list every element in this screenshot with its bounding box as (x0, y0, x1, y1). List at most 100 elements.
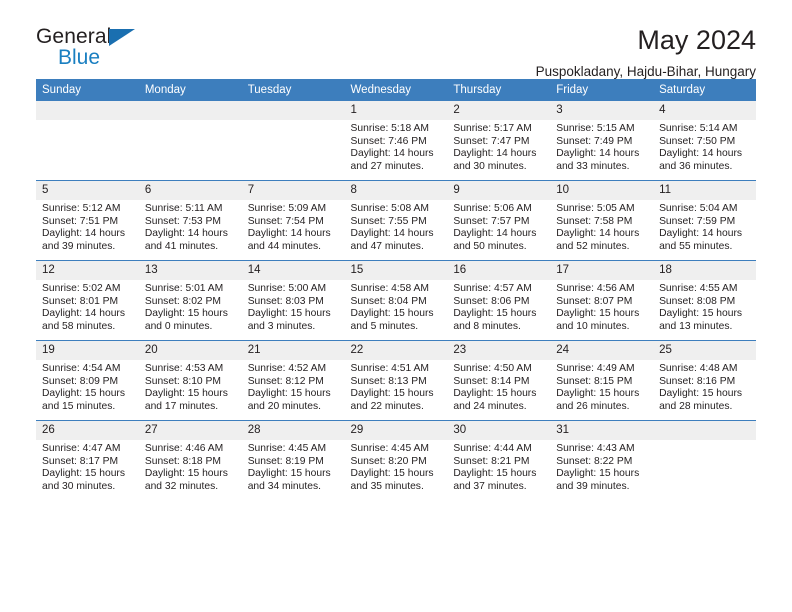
day-number: 31 (550, 421, 654, 441)
day-cell-inner: 15 Sunrise: 4:58 AM Sunset: 8:04 PM Dayligh… (344, 261, 448, 340)
daylight-text-line1: Daylight: 15 hours (247, 468, 331, 480)
day-cell-inner: 17 Sunrise: 4:56 AM Sunset: 8:07 PM Dayligh… (550, 261, 654, 340)
calendar-day-cell[interactable]: 29 Sunrise: 4:45 AM Sunset: 8:20 PM Dayligh… (344, 420, 448, 500)
calendar-day-cell[interactable]: 21 Sunrise: 4:52 AM Sunset: 8:12 PM Dayligh… (241, 340, 345, 421)
calendar-day-cell[interactable]: 5 Sunrise: 5:12 AM Sunset: 7:51 PM Daylight… (36, 180, 139, 261)
day-cell-inner: 14 Sunrise: 5:00 AM Sunset: 8:03 PM Dayligh… (241, 261, 345, 340)
sunset-text: Sunset: 8:19 PM (247, 455, 324, 467)
day-details: Sunrise: 5:09 AM Sunset: 7:54 PM Daylight:… (242, 200, 345, 253)
generalblue-logo[interactable]: General Blue (36, 26, 156, 72)
sunset-text: Sunset: 8:03 PM (247, 295, 324, 307)
daylight-text-line2: and 39 minutes. (556, 481, 630, 492)
sunset-text: Sunset: 8:15 PM (556, 375, 633, 387)
day-cell-inner: 27 Sunrise: 4:46 AM Sunset: 8:18 PM Dayligh… (138, 421, 242, 500)
day-cell-inner: 13 Sunrise: 5:01 AM Sunset: 8:02 PM Dayligh… (138, 261, 242, 340)
calendar-day-cell[interactable]: 10 Sunrise: 5:05 AM Sunset: 7:58 PM Dayligh… (550, 180, 654, 261)
daylight-text-line2: and 24 minutes. (453, 401, 527, 412)
daylight-text-line2: and 55 minutes. (659, 241, 733, 252)
weekday-header-sunday: Sunday (36, 79, 139, 101)
weekday-header-thursday: Thursday (447, 79, 551, 101)
sunset-text: Sunset: 8:10 PM (144, 375, 221, 387)
calendar-day-cell[interactable]: 31 Sunrise: 4:43 AM Sunset: 8:22 PM Dayligh… (550, 420, 654, 500)
calendar-day-cell[interactable]: 28 Sunrise: 4:45 AM Sunset: 8:19 PM Dayligh… (241, 420, 345, 500)
sunset-text: Sunset: 7:57 PM (453, 215, 530, 227)
calendar-day-cell[interactable]: 19 Sunrise: 4:54 AM Sunset: 8:09 PM Dayligh… (36, 340, 139, 421)
day-number: 25 (653, 341, 756, 361)
day-number: 9 (447, 181, 551, 201)
day-details: Sunrise: 4:48 AM Sunset: 8:16 PM Daylight:… (653, 360, 756, 413)
calendar-day-cell[interactable]: 22 Sunrise: 4:51 AM Sunset: 8:13 PM Dayligh… (344, 340, 448, 421)
sunrise-text: Sunrise: 4:55 AM (659, 283, 738, 295)
day-details: Sunrise: 5:11 AM Sunset: 7:53 PM Daylight:… (139, 200, 242, 253)
sunrise-text: Sunrise: 4:50 AM (453, 363, 532, 375)
sunrise-sunset-calendar: Sunday Monday Tuesday Wednesday Thursday… (36, 79, 756, 500)
daylight-text-line1: Daylight: 15 hours (350, 388, 434, 400)
sunset-text: Sunset: 7:47 PM (453, 135, 530, 147)
calendar-day-cell[interactable]: 25 Sunrise: 4:48 AM Sunset: 8:16 PM Dayligh… (653, 340, 756, 421)
day-cell-inner: 25 Sunrise: 4:48 AM Sunset: 8:16 PM Dayligh… (653, 341, 756, 420)
sunrise-text: Sunrise: 4:47 AM (42, 443, 121, 455)
title-block: May 2024 Puspokladany, Hajdu-Bihar, Hung… (536, 25, 756, 80)
calendar-day-cell[interactable]: 30 Sunrise: 4:44 AM Sunset: 8:21 PM Dayligh… (447, 420, 551, 500)
daylight-text-line2: and 52 minutes. (556, 241, 630, 252)
calendar-day-cell[interactable]: 12 Sunrise: 5:02 AM Sunset: 8:01 PM Dayligh… (36, 260, 139, 341)
day-cell-inner: 30 Sunrise: 4:44 AM Sunset: 8:21 PM Dayligh… (447, 421, 551, 500)
calendar-day-cell[interactable]: 24 Sunrise: 4:49 AM Sunset: 8:15 PM Dayligh… (550, 340, 654, 421)
calendar-day-cell[interactable]: 11 Sunrise: 5:04 AM Sunset: 7:59 PM Dayligh… (653, 180, 756, 261)
calendar-day-cell[interactable]: 4 Sunrise: 5:14 AM Sunset: 7:50 PM Daylight… (653, 101, 756, 181)
sunrise-text: Sunrise: 5:14 AM (659, 123, 738, 135)
day-number: 3 (550, 101, 654, 121)
day-cell-inner: 19 Sunrise: 4:54 AM Sunset: 8:09 PM Dayligh… (36, 341, 139, 420)
calendar-day-cell[interactable]: 16 Sunrise: 4:57 AM Sunset: 8:06 PM Dayligh… (447, 260, 551, 341)
day-cell-inner: 29 Sunrise: 4:45 AM Sunset: 8:20 PM Dayligh… (344, 421, 448, 500)
calendar-day-cell[interactable]: 18 Sunrise: 4:55 AM Sunset: 8:08 PM Dayligh… (653, 260, 756, 341)
daylight-text-line1: Daylight: 15 hours (247, 308, 331, 320)
sunset-text: Sunset: 8:09 PM (42, 375, 119, 387)
day-details: Sunrise: 4:45 AM Sunset: 8:19 PM Daylight:… (242, 440, 345, 493)
calendar-day-cell[interactable]: 20 Sunrise: 4:53 AM Sunset: 8:10 PM Dayligh… (138, 340, 242, 421)
day-number: 11 (653, 181, 756, 201)
day-cell-inner: 31 Sunrise: 4:43 AM Sunset: 8:22 PM Dayligh… (550, 421, 654, 500)
calendar-day-cell[interactable]: 15 Sunrise: 4:58 AM Sunset: 8:04 PM Dayligh… (344, 260, 448, 341)
daylight-text-line2: and 50 minutes. (453, 241, 527, 252)
calendar-day-cell[interactable]: 13 Sunrise: 5:01 AM Sunset: 8:02 PM Dayligh… (138, 260, 242, 341)
day-number: 27 (138, 421, 242, 441)
sunset-text: Sunset: 7:58 PM (556, 215, 633, 227)
daylight-text-line1: Daylight: 15 hours (144, 388, 228, 400)
calendar-day-cell[interactable]: 14 Sunrise: 5:00 AM Sunset: 8:03 PM Dayligh… (241, 260, 345, 341)
day-number: 18 (653, 261, 756, 281)
day-details: Sunrise: 4:57 AM Sunset: 8:06 PM Daylight:… (447, 280, 550, 333)
sunset-text: Sunset: 8:21 PM (453, 455, 530, 467)
calendar-day-cell[interactable]: 23 Sunrise: 4:50 AM Sunset: 8:14 PM Dayligh… (447, 340, 551, 421)
day-cell-inner: 6 Sunrise: 5:11 AM Sunset: 7:53 PM Daylight… (138, 181, 242, 260)
daylight-text-line1: Daylight: 15 hours (556, 468, 640, 480)
day-details: Sunrise: 5:06 AM Sunset: 7:57 PM Daylight:… (447, 200, 550, 253)
calendar-day-cell[interactable]: 1 Sunrise: 5:18 AM Sunset: 7:46 PM Daylight… (344, 101, 448, 181)
calendar-week-row: 26 Sunrise: 4:47 AM Sunset: 8:17 PM Dayligh… (36, 420, 756, 500)
day-number: 7 (241, 181, 345, 201)
daylight-text-line2: and 0 minutes. (144, 321, 213, 332)
daylight-text-line2: and 26 minutes. (556, 401, 630, 412)
day-details: Sunrise: 5:05 AM Sunset: 7:58 PM Daylight:… (550, 200, 653, 253)
calendar-day-cell[interactable]: 9 Sunrise: 5:06 AM Sunset: 7:57 PM Daylight… (447, 180, 551, 261)
sunset-text: Sunset: 7:51 PM (42, 215, 119, 227)
calendar-week-row: 12 Sunrise: 5:02 AM Sunset: 8:01 PM Dayligh… (36, 260, 756, 341)
calendar-day-cell[interactable]: 6 Sunrise: 5:11 AM Sunset: 7:53 PM Daylight… (138, 180, 242, 261)
calendar-day-cell[interactable]: 27 Sunrise: 4:46 AM Sunset: 8:18 PM Dayligh… (138, 420, 242, 500)
daylight-text-line2: and 47 minutes. (350, 241, 424, 252)
day-cell-inner: 28 Sunrise: 4:45 AM Sunset: 8:19 PM Dayligh… (241, 421, 345, 500)
daylight-text-line1: Daylight: 14 hours (247, 228, 331, 240)
sunrise-text: Sunrise: 5:15 AM (556, 123, 635, 135)
calendar-day-cell[interactable]: 2 Sunrise: 5:17 AM Sunset: 7:47 PM Daylight… (447, 101, 551, 181)
day-cell-inner: 5 Sunrise: 5:12 AM Sunset: 7:51 PM Daylight… (36, 181, 139, 260)
day-cell-inner (241, 101, 345, 180)
calendar-day-cell[interactable]: 26 Sunrise: 4:47 AM Sunset: 8:17 PM Dayligh… (36, 420, 139, 500)
sunrise-text: Sunrise: 5:01 AM (144, 283, 224, 295)
daylight-text-line1: Daylight: 15 hours (144, 308, 228, 320)
sunset-text: Sunset: 8:17 PM (42, 455, 119, 467)
calendar-day-cell-empty (36, 101, 139, 181)
calendar-day-cell[interactable]: 17 Sunrise: 4:56 AM Sunset: 8:07 PM Dayligh… (550, 260, 654, 341)
calendar-day-cell[interactable]: 8 Sunrise: 5:08 AM Sunset: 7:55 PM Daylight… (344, 180, 448, 261)
calendar-day-cell[interactable]: 7 Sunrise: 5:09 AM Sunset: 7:54 PM Daylight… (241, 180, 345, 261)
calendar-day-cell[interactable]: 3 Sunrise: 5:15 AM Sunset: 7:49 PM Daylight… (550, 101, 654, 181)
